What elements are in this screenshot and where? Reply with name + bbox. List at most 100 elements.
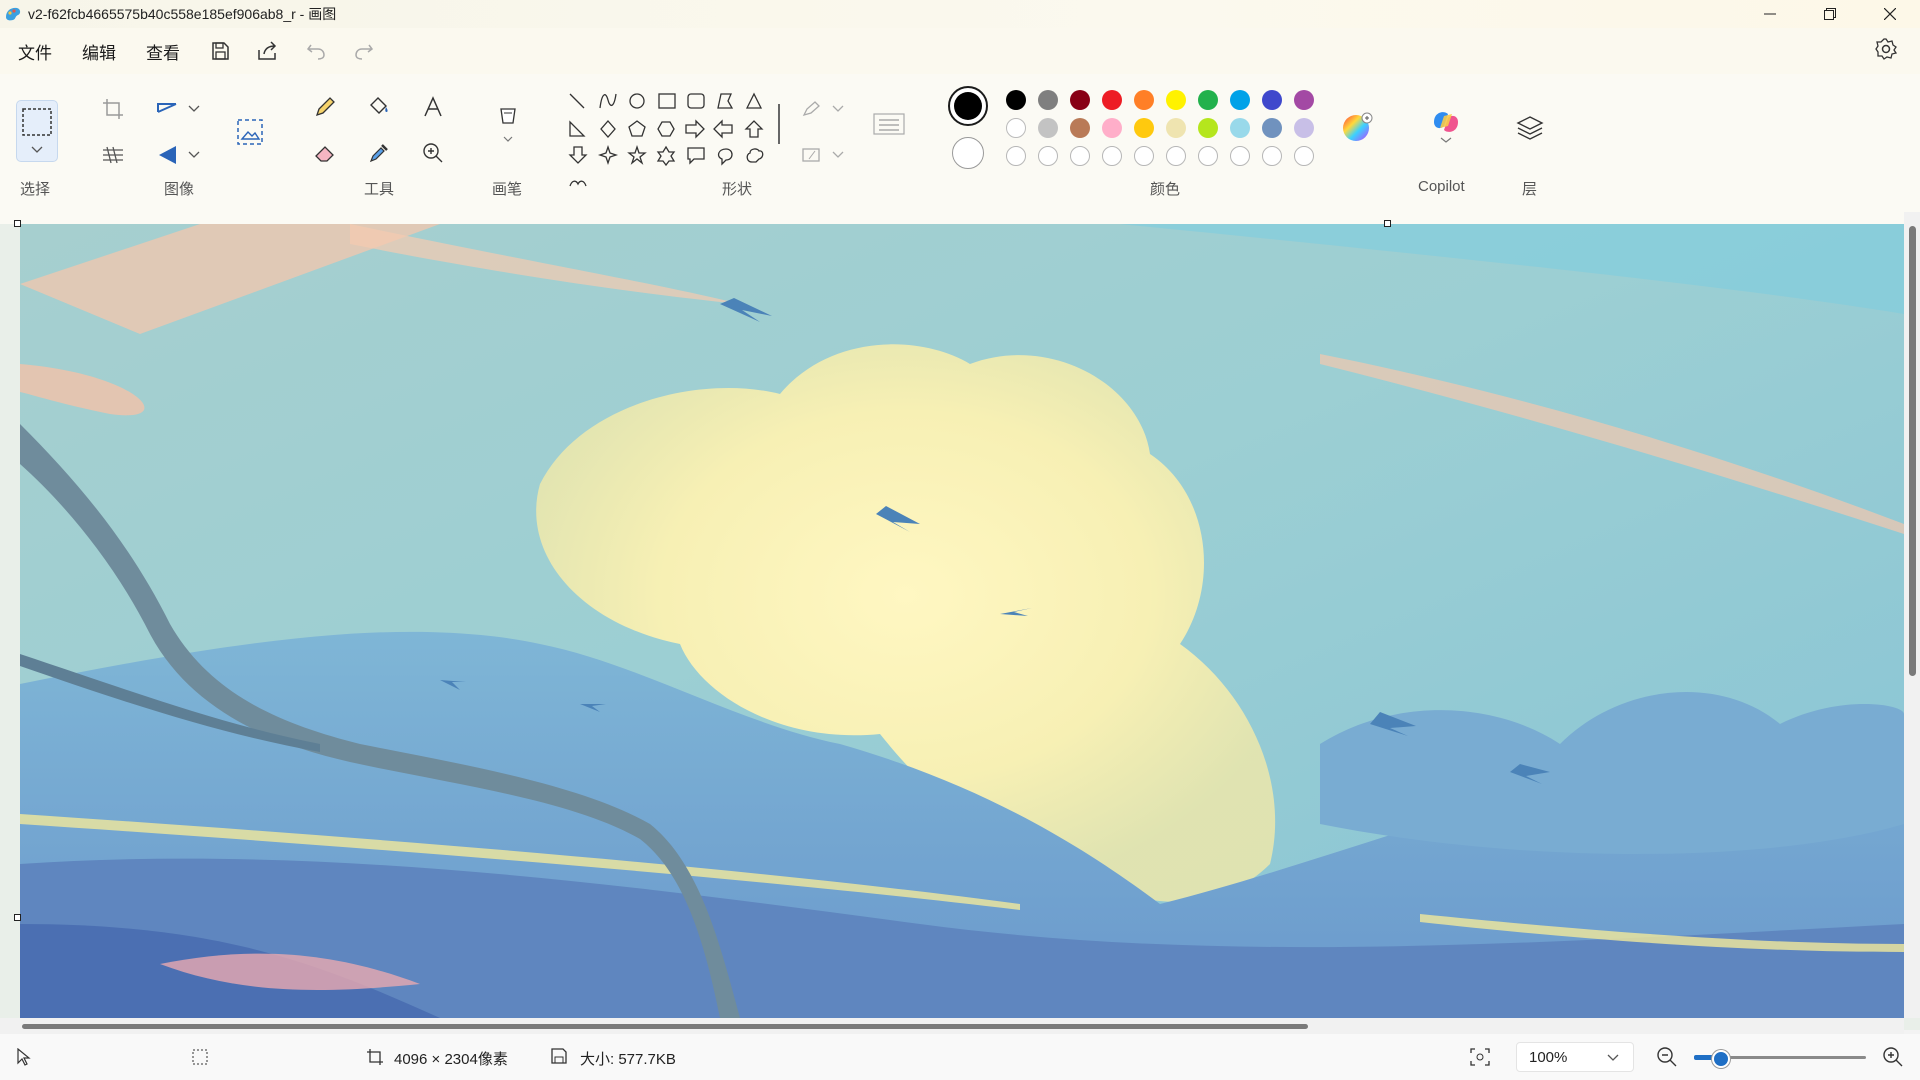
color-swatch[interactable]	[1134, 118, 1154, 138]
magnifier-button[interactable]	[420, 140, 446, 166]
menu-view[interactable]: 查看	[134, 39, 192, 64]
flip-icon	[159, 146, 176, 164]
menu-file[interactable]: 文件	[6, 39, 64, 64]
settings-button[interactable]	[1874, 37, 1902, 65]
color-swatch[interactable]	[1038, 90, 1058, 110]
outline-icon	[802, 101, 820, 117]
redo-button[interactable]	[344, 31, 384, 71]
color-swatch[interactable]	[1038, 118, 1058, 138]
save-icon	[212, 42, 229, 60]
shapes-gallery[interactable]	[566, 90, 776, 190]
color-swatch[interactable]	[1166, 90, 1186, 110]
color-swatch[interactable]	[1070, 118, 1090, 138]
color-swatch[interactable]	[1294, 118, 1314, 138]
minimize-button[interactable]	[1740, 0, 1800, 28]
canvas-size-icon	[367, 1049, 383, 1065]
flip-button[interactable]	[154, 142, 180, 168]
color-swatch[interactable]	[1262, 90, 1282, 110]
eraser-button[interactable]	[312, 140, 338, 166]
text-button[interactable]	[420, 94, 446, 120]
color-swatch[interactable]	[1006, 118, 1026, 138]
close-button[interactable]	[1860, 0, 1920, 28]
crop-icon	[103, 99, 123, 119]
color-picker-button[interactable]	[366, 140, 392, 166]
zoom-out-icon[interactable]	[1656, 1046, 1678, 1068]
chevron-down-icon	[1607, 1054, 1619, 1061]
fill-button[interactable]	[366, 94, 392, 120]
zoom-level-value: 100%	[1529, 1048, 1568, 1066]
ribbon-toolbar: 选择 图像 工具 画笔 形状 颜色 Copilot 层	[0, 74, 1920, 224]
color-swatch[interactable]	[1230, 90, 1250, 110]
resize-button[interactable]	[154, 96, 180, 122]
custom-color-slot[interactable]	[1294, 146, 1314, 166]
line-width-icon	[873, 113, 905, 135]
color-swatch[interactable]	[1102, 118, 1122, 138]
file-size-icon	[551, 1048, 567, 1064]
right-triangle-shape-icon	[569, 120, 586, 137]
outline-dropdown[interactable]	[830, 96, 846, 122]
color-swatch[interactable]	[1198, 118, 1218, 138]
custom-color-slot[interactable]	[1102, 146, 1122, 166]
canvas-resize-handle[interactable]	[1384, 220, 1391, 227]
paint-app-icon	[6, 7, 21, 21]
image-transform-button[interactable]	[100, 142, 126, 168]
primary-color-swatch[interactable]	[948, 86, 988, 126]
flip-dropdown[interactable]	[186, 142, 202, 168]
cloud-callout-shape-icon	[746, 148, 764, 163]
color-swatch[interactable]	[1294, 90, 1314, 110]
outline-button[interactable]	[800, 96, 826, 122]
color-swatch[interactable]	[1262, 118, 1282, 138]
edit-colors-button[interactable]	[1340, 110, 1376, 146]
zoom-in-icon[interactable]	[1882, 1046, 1904, 1068]
copilot-button[interactable]	[1426, 104, 1466, 144]
custom-color-slot[interactable]	[1134, 146, 1154, 166]
color-swatch[interactable]	[1230, 118, 1250, 138]
menu-bar: 文件 编辑 查看	[0, 28, 1920, 74]
custom-color-slot[interactable]	[1006, 146, 1026, 166]
up-arrow-shape-icon	[744, 120, 764, 138]
save-button[interactable]	[200, 31, 240, 71]
color-swatch[interactable]	[1070, 90, 1090, 110]
restore-icon	[1824, 8, 1836, 20]
resize-dropdown[interactable]	[186, 96, 202, 122]
fill-shape-button[interactable]	[800, 142, 826, 168]
color-swatch[interactable]	[1102, 90, 1122, 110]
color-swatch[interactable]	[1006, 90, 1026, 110]
custom-color-slot[interactable]	[1038, 146, 1058, 166]
gear-icon	[1875, 38, 1898, 60]
custom-color-slot[interactable]	[1262, 146, 1282, 166]
share-button[interactable]	[248, 31, 288, 71]
vertical-scroll-thumb[interactable]	[1909, 226, 1916, 676]
custom-color-slot[interactable]	[1198, 146, 1218, 166]
crop-button[interactable]	[100, 96, 126, 122]
custom-color-slot[interactable]	[1230, 146, 1250, 166]
share-icon	[258, 41, 277, 60]
resize-icon	[157, 103, 177, 113]
pencil-button[interactable]	[312, 94, 338, 120]
color-swatch[interactable]	[1166, 118, 1186, 138]
remove-background-button[interactable]	[234, 116, 266, 148]
menu-edit[interactable]: 编辑	[70, 39, 128, 64]
restore-button[interactable]	[1800, 0, 1860, 28]
custom-color-slot[interactable]	[1166, 146, 1186, 166]
fit-to-window-icon[interactable]	[1470, 1048, 1490, 1066]
color-swatch[interactable]	[1198, 90, 1218, 110]
color-swatch[interactable]	[1134, 90, 1154, 110]
secondary-color-swatch[interactable]	[952, 137, 984, 169]
custom-color-slot[interactable]	[1070, 146, 1090, 166]
horizontal-scroll-thumb[interactable]	[22, 1024, 1308, 1029]
stroke-size-button[interactable]	[872, 108, 906, 142]
zoom-level-dropdown[interactable]: 100%	[1516, 1042, 1634, 1072]
undo-button[interactable]	[296, 31, 336, 71]
selection-tool-button[interactable]	[16, 100, 58, 162]
rectangle-select-icon	[22, 108, 52, 153]
fill-shape-dropdown[interactable]	[830, 142, 846, 168]
group-label-layers: 层	[1522, 181, 1538, 198]
zoom-slider-thumb[interactable]	[1712, 1050, 1730, 1068]
brushes-button[interactable]	[494, 104, 522, 144]
drawing-canvas[interactable]	[20, 224, 1904, 1018]
canvas-resize-handle[interactable]	[14, 914, 21, 921]
left-arrow-shape-icon	[713, 119, 733, 139]
layers-button[interactable]	[1514, 112, 1546, 144]
canvas-resize-handle[interactable]	[14, 220, 21, 227]
